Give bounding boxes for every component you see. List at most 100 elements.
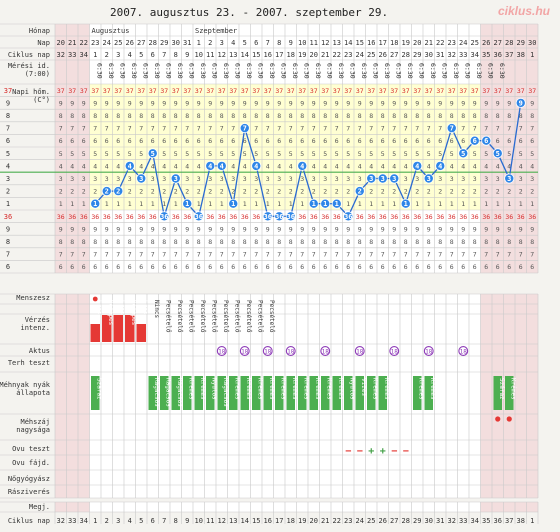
temp-grid-value: 3 <box>266 175 270 183</box>
temp-grid-value: 8 <box>231 238 235 246</box>
temp-grid-value: 8 <box>185 112 189 120</box>
temp-grid-value: 5 <box>105 150 109 158</box>
label-ovulation-test: Ovu teszt <box>12 445 50 453</box>
cycle-day-number: 12 <box>218 517 226 525</box>
temp-grid-value: 4 <box>530 162 534 170</box>
temp-grid-value: 6 <box>208 263 212 271</box>
temp-grid-value: 3 <box>82 175 86 183</box>
temp-grid-value: 3 <box>197 175 201 183</box>
temp-grid-value: 6 <box>507 263 511 271</box>
temp-grid-value: 1 <box>128 200 132 208</box>
day-number: 9 <box>289 39 293 47</box>
temp-grid-value: 9 <box>174 99 178 107</box>
temp-grid-value: 6 <box>473 263 477 271</box>
note-cell <box>66 502 78 512</box>
temp-grid-value: 9 <box>392 99 396 107</box>
temp-grid-value: 2 <box>392 188 396 196</box>
temp-grid-value: 1 <box>530 200 534 208</box>
temp-grid-value: 5 <box>254 150 258 158</box>
temp-grid-value: 2 <box>346 188 350 196</box>
intercourse-marker-label: 18 <box>391 349 399 356</box>
temp-grid-value: 9 <box>220 99 224 107</box>
temp-grid-value: 9 <box>289 225 293 233</box>
temp-grid-value: 36 <box>390 213 398 221</box>
temp-grid-value: 9 <box>128 225 132 233</box>
temp-grid-value: 5 <box>185 150 189 158</box>
temperature-point-label: 3 <box>139 175 143 183</box>
temp-grid-value: 9 <box>59 225 63 233</box>
mucus-label: Száraz <box>498 378 505 400</box>
temp-grid-value: 7 <box>208 251 212 259</box>
temp-grid-value: 3 <box>484 175 488 183</box>
scale-label: 7 <box>6 125 10 133</box>
temp-grid-value: 7 <box>70 125 74 133</box>
temp-grid-value: 1 <box>450 200 454 208</box>
day-number: 30 <box>528 39 536 47</box>
note-cell <box>480 502 492 512</box>
cycle-day-number: 17 <box>275 517 283 525</box>
scale-label: 5 <box>6 150 10 158</box>
temp-grid-value: 37 <box>149 87 157 95</box>
cycle-day-number: 2 <box>105 517 109 525</box>
temp-grid-value: 4 <box>59 162 63 170</box>
temp-grid-value: 7 <box>323 125 327 133</box>
temp-grid-value: 6 <box>70 263 74 271</box>
note-cell <box>354 502 366 512</box>
temp-grid-value: 5 <box>415 150 419 158</box>
temp-grid-value: 37 <box>183 87 191 95</box>
measure-time-value: 6:30 <box>107 63 115 79</box>
temp-grid-value: 8 <box>323 112 327 120</box>
temp-grid-value: 2 <box>174 188 178 196</box>
temp-grid-value: 8 <box>484 112 488 120</box>
mucus-label: Ragacsos <box>153 378 160 407</box>
measure-time-value: 6:30 <box>440 63 448 79</box>
cycle-day-number: 3 <box>116 51 120 59</box>
temp-grid-value: 6 <box>266 137 270 145</box>
temp-grid-value: 7 <box>151 125 155 133</box>
temp-grid-value: 5 <box>381 150 385 158</box>
temp-grid-value: 9 <box>381 99 385 107</box>
cycle-day-number: 4 <box>128 51 132 59</box>
observation-cell <box>446 294 458 498</box>
temp-grid-value: 8 <box>450 112 454 120</box>
temp-grid-value: 6 <box>151 137 155 145</box>
day-number: 14 <box>344 39 352 47</box>
temp-grid-value: 1 <box>438 200 442 208</box>
temp-grid-value: 3 <box>496 175 500 183</box>
temp-grid-value: 8 <box>473 238 477 246</box>
temp-grid-value: 8 <box>162 112 166 120</box>
temp-grid-value: 6 <box>496 137 500 145</box>
temp-grid-value: 3 <box>473 175 477 183</box>
temp-grid-value: 9 <box>484 225 488 233</box>
temp-grid-value: 3 <box>300 175 304 183</box>
day-number: 20 <box>413 39 421 47</box>
temp-grid-value: 5 <box>197 150 201 158</box>
temp-grid-value: 1 <box>197 200 201 208</box>
mucus-label: Krémes <box>268 378 275 400</box>
temp-grid-value: 9 <box>128 99 132 107</box>
temp-grid-value: 9 <box>450 225 454 233</box>
temp-grid-value: 5 <box>231 150 235 158</box>
temp-grid-value: 6 <box>174 137 178 145</box>
temperature-point-label: 2 <box>358 188 362 196</box>
temp-grid-value: 8 <box>392 112 396 120</box>
temp-grid-value: 7 <box>392 125 396 133</box>
note-cell <box>285 502 297 512</box>
cycle-day-number: 32 <box>448 517 456 525</box>
label-cervix-line1: Méhszáj <box>20 418 50 426</box>
note-cell <box>181 502 193 512</box>
note-cell <box>101 502 113 512</box>
temp-grid-value: 36 <box>241 213 249 221</box>
note-cell <box>273 502 285 512</box>
temperature-point-label: 1 <box>335 200 339 208</box>
temp-grid-value: 6 <box>358 263 362 271</box>
label-gynecologist: Nőgyógyász <box>8 474 50 483</box>
temp-grid-value: 1 <box>369 200 373 208</box>
temp-grid-value: 9 <box>473 225 477 233</box>
temp-grid-value: 8 <box>151 238 155 246</box>
temp-grid-value: 7 <box>82 251 86 259</box>
scale-label: 6 <box>6 263 10 271</box>
temp-grid-value: 1 <box>116 200 120 208</box>
bleeding-bar <box>113 315 123 342</box>
temp-grid-value: 3 <box>220 175 224 183</box>
